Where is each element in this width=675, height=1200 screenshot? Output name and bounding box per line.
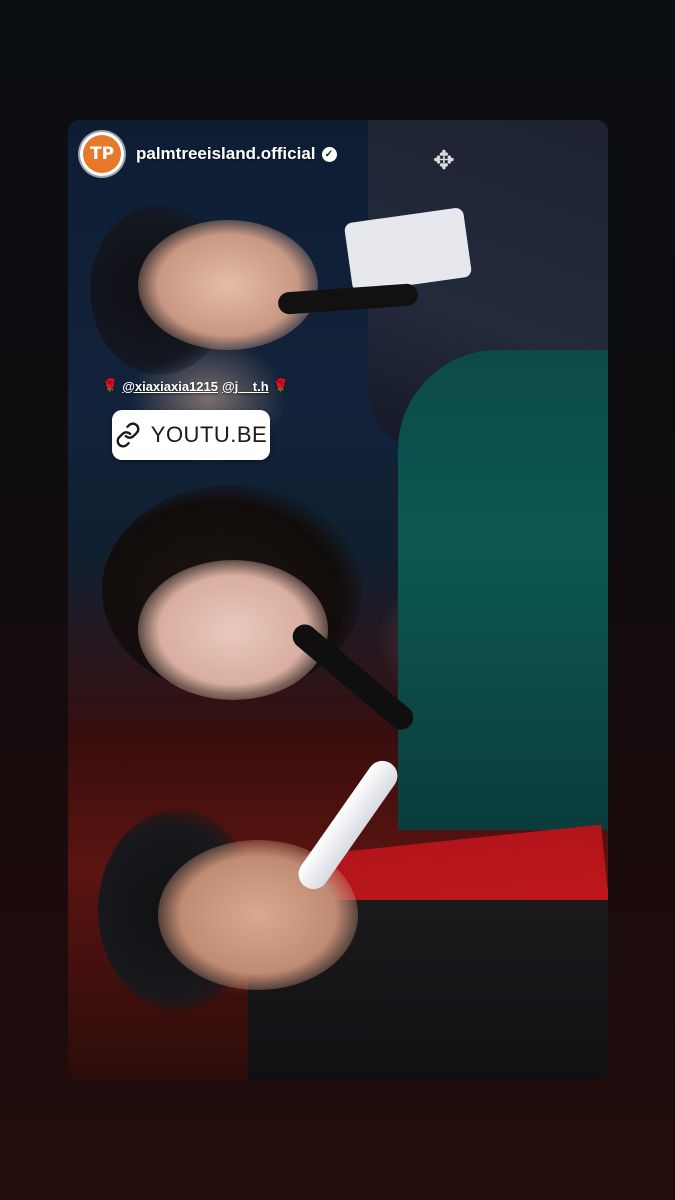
mention-link[interactable]: @j__t.h bbox=[222, 379, 269, 394]
mention-link[interactable]: @xiaxiaxia1215 bbox=[122, 379, 218, 394]
story-photo: ✥ bbox=[68, 120, 608, 1080]
link-sticker-label: YOUTU.BE bbox=[150, 422, 268, 447]
photo-face bbox=[138, 220, 318, 350]
photo-green-dress bbox=[398, 350, 608, 830]
rose-icon: 🌹 bbox=[102, 378, 119, 393]
story-header[interactable]: TP palmtreeisland.official ✓ bbox=[80, 132, 337, 176]
story-card[interactable]: ✥ TP palmtreeisland.official ✓ 🌹 @xiaxia… bbox=[68, 120, 608, 1080]
account-avatar[interactable]: TP bbox=[80, 132, 124, 176]
brooch-icon: ✥ bbox=[433, 145, 455, 175]
verified-badge-icon: ✓ bbox=[321, 146, 337, 162]
link-sticker[interactable]: YOUTU.BE bbox=[112, 410, 270, 460]
mention-line: 🌹 @xiaxiaxia1215 @j__t.h 🌹 bbox=[102, 378, 289, 394]
avatar-logo: TP bbox=[83, 135, 121, 173]
link-icon bbox=[116, 422, 140, 448]
rose-icon: 🌹 bbox=[272, 378, 289, 393]
account-username[interactable]: palmtreeisland.official bbox=[136, 144, 316, 164]
